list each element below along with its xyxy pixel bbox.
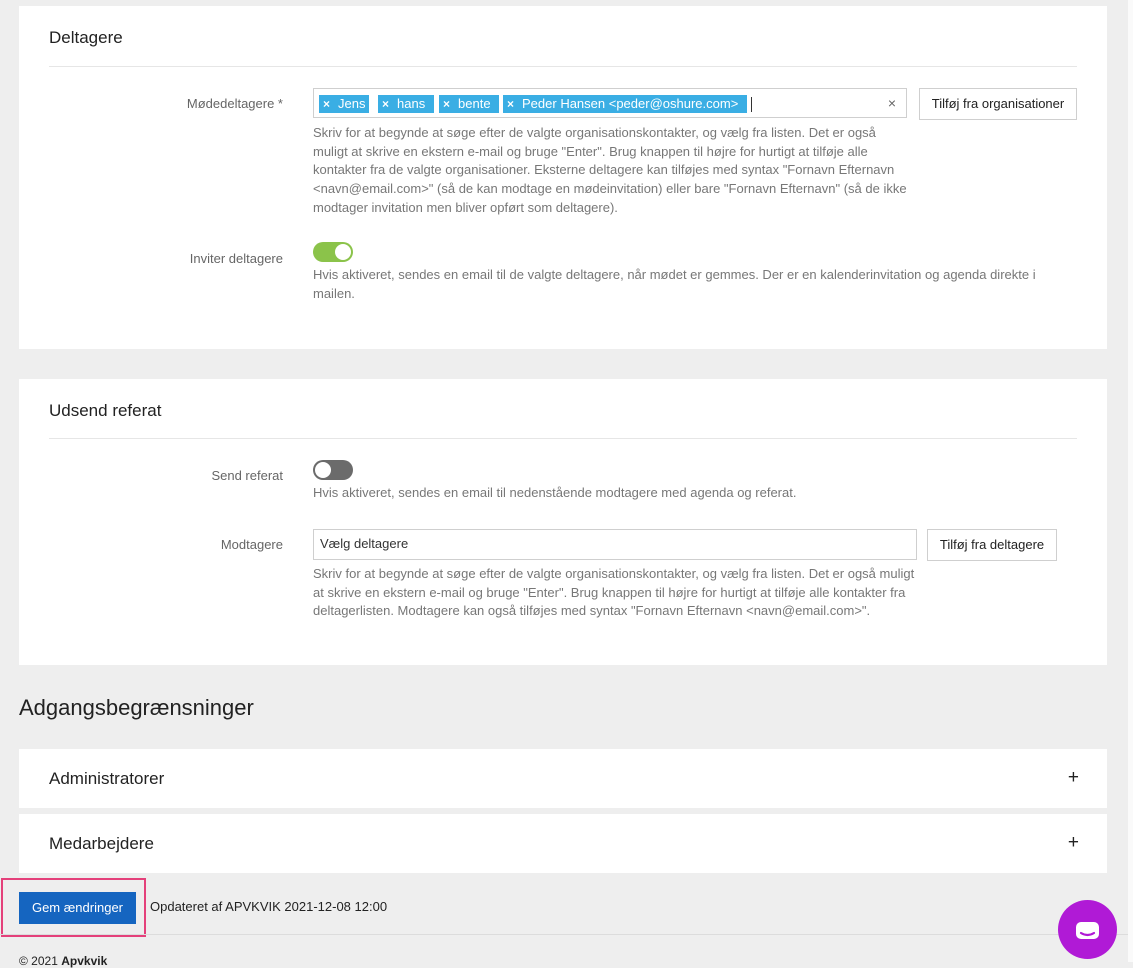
attendee-tag-label: bente (458, 96, 491, 111)
divider (49, 438, 1077, 439)
attendees-label: Mødedeltagere * (186, 96, 283, 111)
help-line: at skrive en ekstern e-mail og bruge "En… (313, 584, 906, 600)
divider (49, 66, 1077, 67)
chat-icon (1076, 922, 1099, 939)
attendee-tag-label: Peder Hansen <peder@oshure.com> (522, 96, 739, 111)
help-line: kontakter fra de valgte organisationer. … (313, 162, 895, 178)
chat-button[interactable] (1058, 900, 1117, 959)
expand-icon[interactable]: + (1068, 832, 1079, 854)
administrators-panel[interactable]: Administratorer + (19, 749, 1107, 808)
copyright: © 2021 Apvkvik (19, 954, 107, 968)
help-line: <navn@email.com>" (så de kan modtage en … (313, 181, 907, 197)
footer-divider (0, 934, 1128, 935)
attendee-tag-label: Jens (338, 96, 366, 111)
page-edge (1128, 0, 1133, 962)
attendees-help: Skriv for at begynde at søge efter de va… (313, 124, 933, 218)
remove-tag-icon[interactable]: × (443, 97, 450, 111)
toggle-knob (315, 462, 331, 478)
toggle-knob (335, 244, 351, 260)
copyright-brand: Apvkvik (61, 954, 108, 968)
access-heading: Adgangsbegrænsninger (19, 695, 254, 720)
copyright-prefix: © 2021 (19, 954, 58, 968)
remove-tag-icon[interactable]: × (323, 97, 330, 111)
employees-panel[interactable]: Medarbejdere + (19, 814, 1107, 873)
help-line: mailen. (313, 285, 355, 301)
recipients-label: Modtagere (220, 537, 283, 552)
attendee-tag-label: hans (397, 96, 426, 111)
send-minutes-help: Hvis aktiveret, sendes en email til nede… (313, 485, 797, 500)
attendees-input[interactable]: × Jens × hans × bente × Peder Hansen <peder@… (313, 88, 907, 118)
help-line: Skriv for at begynde at søge efter de va… (313, 566, 915, 581)
participants-card: Deltagere Mødedeltagere * × Jens × hans × b… (19, 6, 1107, 349)
minutes-title: Udsend referat (49, 401, 162, 420)
recipients-help: Skriv for at begynde at søge efter de va… (313, 565, 953, 621)
attendee-tag: × hans (378, 95, 434, 113)
invite-toggle[interactable] (313, 242, 353, 262)
minutes-card: Udsend referat Send referat Hvis aktiver… (19, 379, 1107, 665)
recipients-input[interactable]: Vælg deltagere (313, 529, 917, 560)
invite-help: Hvis aktiveret, sendes en email til de v… (313, 266, 1093, 303)
attendee-tag: × Peder Hansen <peder@oshure.com> (503, 95, 747, 113)
add-from-participants-button[interactable]: Tilføj fra deltagere (927, 529, 1057, 561)
text-cursor (751, 97, 752, 112)
updated-text: Opdateret af APVKVIK 2021-12-08 12:00 (150, 899, 388, 914)
help-line: muligt at skrive en ekstern e-mail og br… (313, 143, 868, 159)
clear-icon[interactable]: × (888, 95, 896, 111)
help-line: Skriv for at begynde at søge efter de va… (313, 125, 876, 140)
expand-icon[interactable]: + (1068, 767, 1079, 789)
help-line: Hvis aktiveret, sendes en email til de v… (313, 267, 1036, 282)
remove-tag-icon[interactable]: × (507, 97, 514, 111)
remove-tag-icon[interactable]: × (382, 97, 389, 111)
invite-label: Inviter deltagere (189, 251, 283, 266)
employees-title: Medarbejdere (49, 834, 154, 853)
send-minutes-label: Send referat (211, 468, 283, 483)
send-minutes-toggle[interactable] (313, 460, 353, 480)
attendee-tag: × bente (439, 95, 499, 113)
help-line: modtager invitation men bliver opført so… (313, 199, 618, 215)
attendee-tag: × Jens (319, 95, 369, 113)
administrators-title: Administratorer (49, 769, 165, 788)
participants-title: Deltagere (49, 28, 123, 47)
highlight-box (1, 878, 146, 937)
add-from-organisations-button[interactable]: Tilføj fra organisationer (919, 88, 1077, 120)
help-line: deltagerlisten. Modtagere kan også tilfø… (313, 603, 871, 619)
